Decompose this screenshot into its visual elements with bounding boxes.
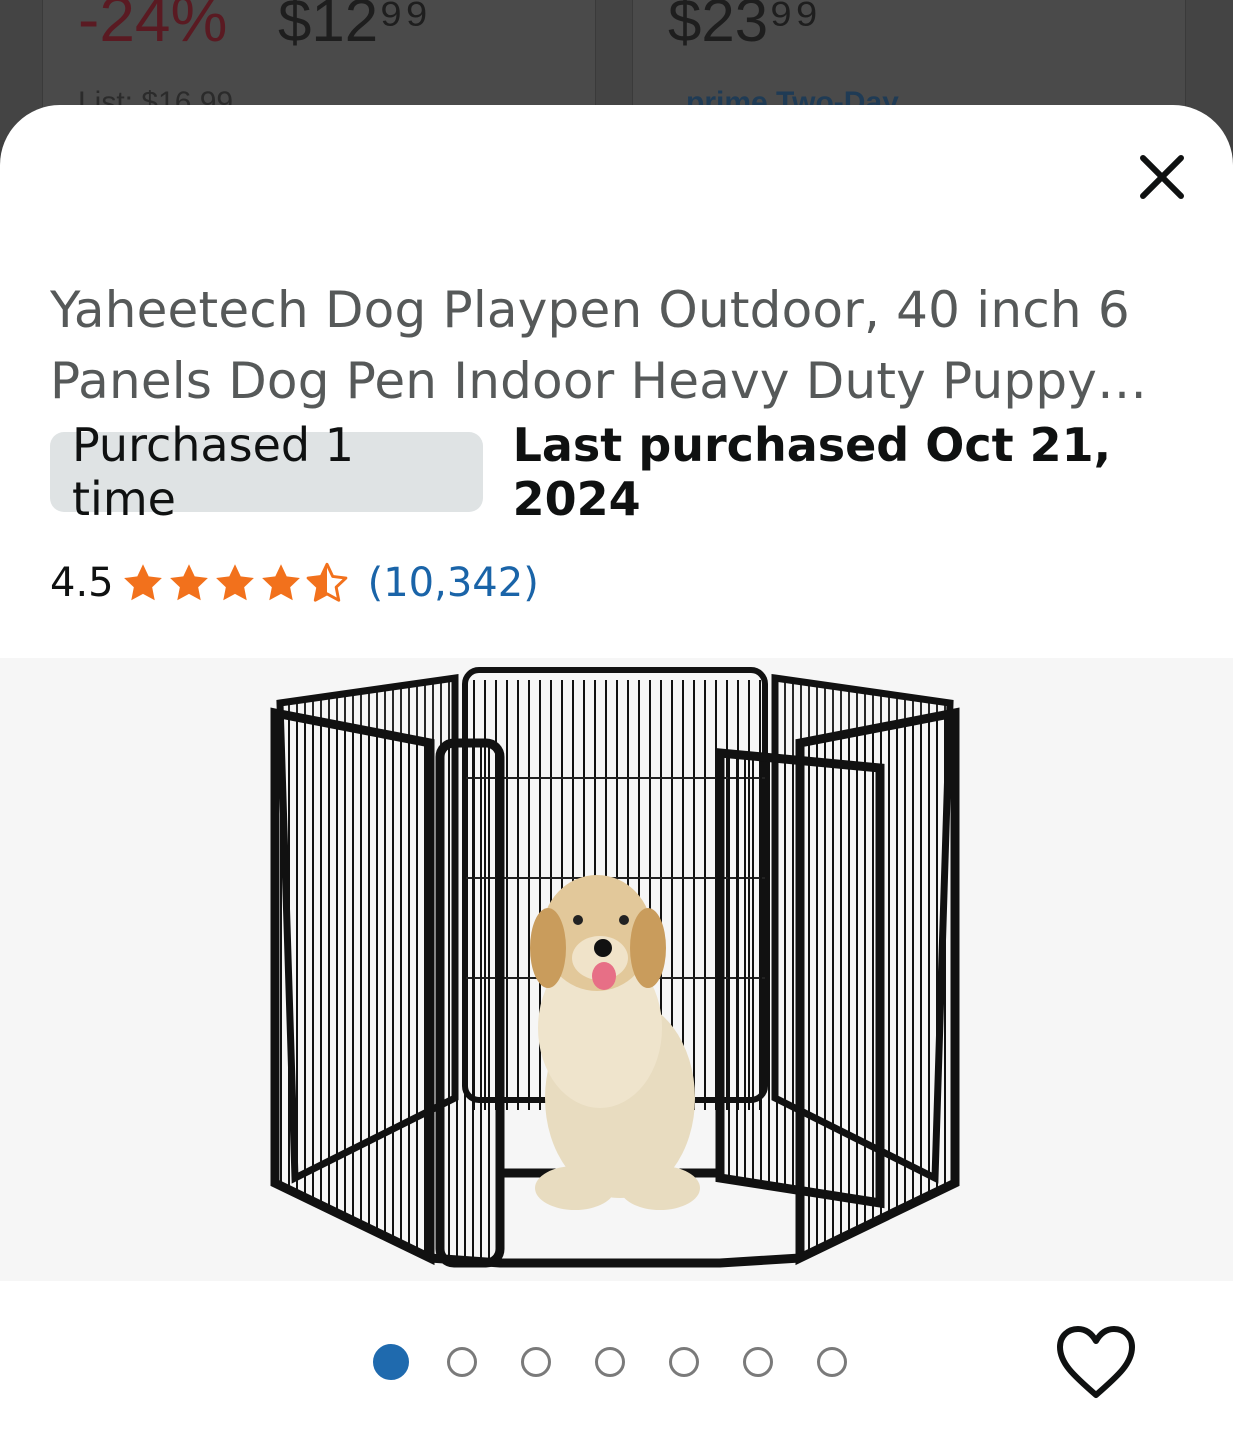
carousel-dot[interactable] bbox=[521, 1347, 551, 1377]
carousel-dot[interactable] bbox=[743, 1347, 773, 1377]
product-title[interactable]: Yaheetech Dog Playpen Outdoor, 40 inch 6… bbox=[50, 275, 1170, 417]
image-carousel-indicator bbox=[373, 1344, 891, 1380]
carousel-dot[interactable] bbox=[595, 1347, 625, 1377]
carousel-dot[interactable] bbox=[669, 1347, 699, 1377]
heart-icon[interactable] bbox=[1055, 1325, 1137, 1401]
star-full-icon bbox=[123, 564, 162, 601]
carousel-dot[interactable] bbox=[447, 1347, 477, 1377]
star-full-icon bbox=[215, 564, 254, 601]
close-button[interactable] bbox=[1130, 145, 1194, 209]
background-price: $23⁹⁹ bbox=[668, 0, 820, 54]
purchased-count-badge: Purchased 1 time bbox=[50, 418, 483, 526]
dog-playpen-image bbox=[270, 667, 960, 1268]
star-half-icon bbox=[306, 562, 347, 602]
product-image[interactable] bbox=[0, 658, 1233, 1281]
rating-row[interactable]: 4.5 (10,342) bbox=[50, 555, 539, 611]
close-icon bbox=[1140, 155, 1184, 199]
carousel-dot[interactable] bbox=[373, 1344, 409, 1380]
background-price: $12⁹⁹ bbox=[278, 0, 430, 54]
star-rating bbox=[120, 561, 350, 605]
purchase-history-row: Purchased 1 time Last purchased Oct 21, … bbox=[50, 418, 1233, 526]
background-discount: -24% bbox=[78, 0, 228, 55]
carousel-dot[interactable] bbox=[817, 1347, 847, 1377]
star-full-icon bbox=[261, 564, 300, 601]
product-bottom-sheet: Yaheetech Dog Playpen Outdoor, 40 inch 6… bbox=[0, 105, 1233, 1440]
rating-value: 4.5 bbox=[50, 560, 114, 606]
last-purchased-date: Last purchased Oct 21, 2024 bbox=[512, 418, 1112, 526]
review-count-link[interactable]: (10,342) bbox=[368, 560, 539, 606]
star-full-icon bbox=[169, 564, 208, 601]
